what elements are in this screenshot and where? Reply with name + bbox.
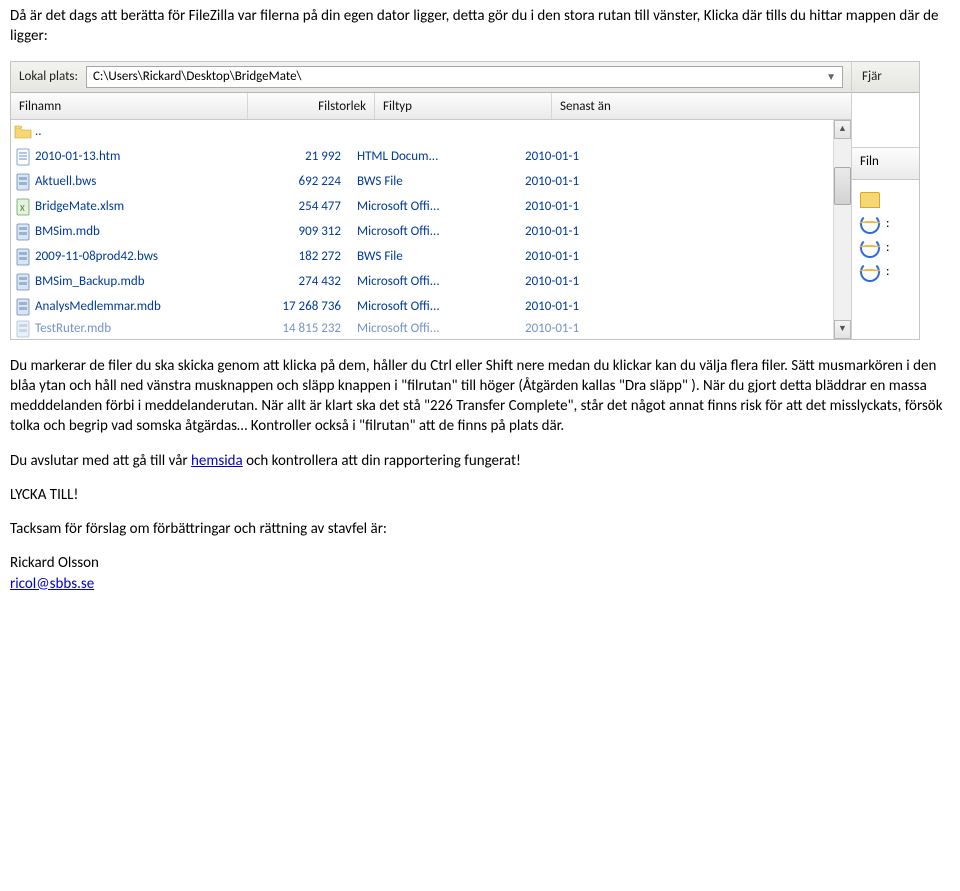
author-name: Rickard Olsson: [10, 553, 950, 573]
remote-tree-gap: [852, 93, 919, 148]
xl-icon: X: [11, 198, 35, 216]
remote-item-label: :: [886, 239, 889, 257]
column-header-type[interactable]: Filtyp: [375, 93, 552, 119]
file-type: BWS File: [349, 173, 517, 191]
scroll-thumb[interactable]: [834, 167, 851, 205]
file-size: 692 224: [231, 173, 349, 191]
author-email-link[interactable]: ricol@sbbs.se: [10, 575, 94, 593]
vertical-scrollbar[interactable]: ▲ ▼: [833, 120, 851, 339]
file-name: 2010-01-13.htm: [35, 148, 231, 166]
remote-item-label: :: [886, 263, 889, 281]
column-header-name[interactable]: Filnamn: [11, 93, 248, 119]
file-date: 2010-01-1: [517, 320, 833, 338]
local-site-value: C:\Users\Rickard\Desktop\BridgeMate\: [93, 68, 302, 86]
ie-icon: [860, 214, 880, 234]
remote-item-label: :: [886, 215, 889, 233]
file-date: 2010-01-1: [517, 273, 833, 291]
scroll-up-button[interactable]: ▲: [834, 120, 851, 139]
scroll-down-button[interactable]: ▼: [834, 320, 851, 339]
file-size: 274 432: [231, 273, 349, 291]
file-type: Microsoft Offi...: [349, 223, 517, 241]
file-type: Microsoft Offi...: [349, 320, 517, 338]
file-row[interactable]: 2009-11-08prod42.bws182 272BWS File2010-…: [11, 245, 833, 270]
local-site-label: Lokal plats:: [19, 68, 78, 86]
file-type: Microsoft Offi...: [349, 298, 517, 316]
file-type: BWS File: [349, 248, 517, 266]
remote-column-header[interactable]: Filn: [852, 148, 919, 180]
scroll-track[interactable]: [834, 139, 851, 320]
folder-icon: [860, 192, 880, 208]
file-date: 2010-01-1: [517, 223, 833, 241]
local-address-bar: Lokal plats: C:\Users\Rickard\Desktop\Br…: [11, 62, 851, 93]
instructions-paragraph: Du markerar de filer du ska skicka genom…: [10, 356, 950, 437]
file-row[interactable]: BMSim_Backup.mdb274 432Microsoft Offi...…: [11, 270, 833, 295]
file-size: 909 312: [231, 223, 349, 241]
ie-icon: [860, 262, 880, 282]
file-size: 182 272: [231, 248, 349, 266]
file-size: 21 992: [231, 148, 349, 166]
db-icon: [11, 273, 35, 291]
filezilla-screenshot: Lokal plats: C:\Users\Rickard\Desktop\Br…: [10, 61, 920, 340]
local-panel: Lokal plats: C:\Users\Rickard\Desktop\Br…: [11, 62, 852, 339]
file-type: Microsoft Offi...: [349, 198, 517, 216]
remote-list-item[interactable]: :: [860, 212, 919, 236]
remote-list-item[interactable]: [860, 188, 919, 212]
file-date: 2010-01-1: [517, 198, 833, 216]
file-row[interactable]: X BridgeMate.xlsm254 477Microsoft Offi...…: [11, 195, 833, 220]
folder-icon: [11, 123, 35, 141]
file-size: 17 268 736: [231, 298, 349, 316]
file-name: BMSim_Backup.mdb: [35, 273, 231, 291]
remote-list-item[interactable]: :: [860, 236, 919, 260]
ie-icon: [860, 238, 880, 258]
remote-panel: Fjär Filn :::: [852, 62, 919, 339]
file-row[interactable]: BMSim.mdb909 312Microsoft Offi...2010-01…: [11, 220, 833, 245]
db-icon: [11, 223, 35, 241]
db-icon: [11, 248, 35, 266]
file-row[interactable]: 2010-01-13.htm21 992HTML Docum...2010-01…: [11, 145, 833, 170]
file-type: Microsoft Offi...: [349, 273, 517, 291]
intro-paragraph: Då är det dags att berätta för FileZilla…: [10, 6, 950, 47]
remote-site-label: Fjär: [852, 62, 919, 93]
file-name: ..: [35, 123, 231, 141]
good-luck: LYCKA TILL!: [10, 485, 950, 505]
column-header-size[interactable]: Filstorlek: [248, 93, 375, 119]
column-header-row: Filnamn Filstorlek Filtyp Senast än: [11, 93, 851, 120]
local-site-dropdown[interactable]: C:\Users\Rickard\Desktop\BridgeMate\ ▼: [86, 66, 843, 88]
file-type: HTML Docum...: [349, 148, 517, 166]
file-row[interactable]: Aktuell.bws692 224BWS File2010-01-1: [11, 170, 833, 195]
chevron-down-icon[interactable]: ▼: [826, 70, 836, 84]
feedback-request: Tacksam för förslag om förbättringar och…: [10, 519, 950, 539]
remote-file-list[interactable]: :::: [852, 180, 919, 284]
file-date: 2010-01-1: [517, 298, 833, 316]
doc-icon: [11, 148, 35, 166]
hemsida-link[interactable]: hemsida: [191, 452, 243, 470]
closing-line: Du avslutar med att gå till vår hemsida …: [10, 451, 950, 471]
svg-text:X: X: [20, 203, 25, 214]
file-size: 14 815 232: [231, 320, 349, 338]
file-row[interactable]: TestRuter.mdb14 815 232Microsoft Offi...…: [11, 320, 833, 339]
file-size: 254 477: [231, 198, 349, 216]
file-row[interactable]: AnalysMedlemmar.mdb17 268 736Microsoft O…: [11, 295, 833, 320]
file-name: 2009-11-08prod42.bws: [35, 248, 231, 266]
file-date: 2010-01-1: [517, 248, 833, 266]
file-row[interactable]: ..: [11, 120, 833, 145]
db-icon: [11, 173, 35, 191]
file-name: BMSim.mdb: [35, 223, 231, 241]
file-list[interactable]: ..2010-01-13.htm21 992HTML Docum...2010-…: [11, 120, 833, 339]
file-date: 2010-01-1: [517, 148, 833, 166]
column-header-date[interactable]: Senast än: [552, 93, 851, 119]
file-name: BridgeMate.xlsm: [35, 198, 231, 216]
file-name: AnalysMedlemmar.mdb: [35, 298, 231, 316]
db-icon: [11, 320, 35, 338]
file-date: 2010-01-1: [517, 173, 833, 191]
db-icon: [11, 298, 35, 316]
file-name: Aktuell.bws: [35, 173, 231, 191]
file-name: TestRuter.mdb: [35, 320, 231, 338]
remote-list-item[interactable]: :: [860, 260, 919, 284]
